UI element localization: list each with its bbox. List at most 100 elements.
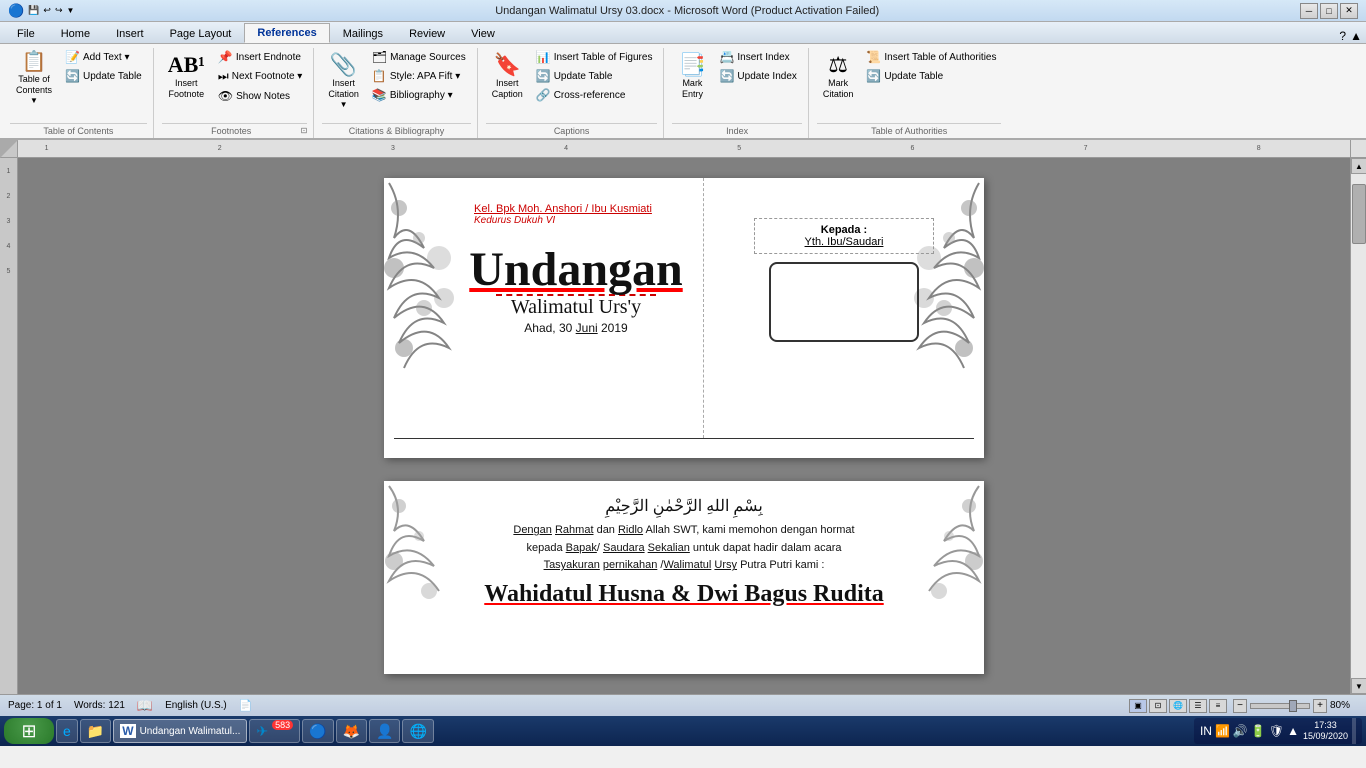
page1-divider (394, 438, 974, 439)
taskbar-telegram[interactable]: ✈ 583 (249, 719, 300, 743)
update-table-auth-button[interactable]: 🔄 Update Table (861, 67, 1001, 85)
quick-redo[interactable]: ↪ (55, 5, 63, 16)
zoom-thumb[interactable] (1289, 700, 1297, 712)
add-text-button[interactable]: 📝 Add Text ▾ (60, 48, 147, 66)
window-title: Undangan Walimatul Ursy 03.docx - Micros… (74, 5, 1300, 17)
citation-icon: 📎 (330, 52, 357, 78)
print-layout-btn[interactable]: ▣ (1129, 699, 1147, 713)
taskbar-word[interactable]: W Undangan Walimatul... (113, 719, 247, 743)
quick-undo[interactable]: ↩ (43, 5, 51, 16)
start-button[interactable]: ⊞ (4, 718, 54, 744)
update-index-button[interactable]: 🔄 Update Index (714, 67, 801, 85)
insert-citation-button[interactable]: 📎 InsertCitation ▼ (322, 48, 365, 113)
web-layout-btn[interactable]: 🌐 (1169, 699, 1187, 713)
tray-arrow[interactable]: ▲ (1287, 724, 1299, 738)
footnotes-expand[interactable]: ⊡ (301, 126, 308, 135)
mark-entry-icon: 📑 (679, 52, 706, 78)
taskbar-ie[interactable]: e (56, 719, 78, 743)
taskbar-firefox[interactable]: 🦊 (336, 719, 367, 743)
tab-review[interactable]: Review (396, 24, 458, 43)
table-of-contents-button[interactable]: 📋 Table ofContents ▼ (10, 48, 58, 109)
insert-footnote-button[interactable]: AB¹ InsertFootnote (162, 48, 211, 104)
sender-sub: Kedurus Dukuh VI (474, 215, 688, 226)
ribbon-tabs: File Home Insert Page Layout References … (0, 22, 1366, 44)
zoom-out-button[interactable]: − (1233, 699, 1247, 713)
taskbar-explorer[interactable]: 📁 (80, 719, 111, 743)
zoom-slider[interactable] (1250, 703, 1310, 709)
update-table-captions-button[interactable]: 🔄 Update Table (531, 67, 658, 85)
maximize-button[interactable]: □ (1320, 3, 1338, 19)
minimize-button[interactable]: ─ (1300, 3, 1318, 19)
taskbar-person[interactable]: 👤 (369, 719, 400, 743)
tray-network-icon[interactable]: 📶 (1215, 724, 1230, 738)
draft-btn[interactable]: ≡ (1209, 699, 1227, 713)
scroll-down-button[interactable]: ▼ (1351, 678, 1366, 694)
tray-lang: IN (1200, 724, 1212, 738)
ribbon-minimize[interactable]: ▲ (1350, 29, 1362, 43)
outline-btn[interactable]: ☰ (1189, 699, 1207, 713)
tab-view[interactable]: View (458, 24, 508, 43)
tab-home[interactable]: Home (48, 24, 103, 43)
taskbar-network[interactable]: 🌐 (402, 719, 433, 743)
ruler-corner (0, 140, 18, 158)
vertical-scrollbar[interactable]: ▲ ▼ (1350, 158, 1366, 694)
scroll-up-button[interactable]: ▲ (1351, 158, 1366, 174)
sender-name: Kel. Bpk Moh. Anshori / Ibu Kusmiati (474, 203, 688, 215)
title-left: 🔵 💾 ↩ ↪ ▼ (8, 3, 74, 19)
arabic-text: بِسْمِ اللهِ الرَّحْمٰنِ الرَّحِيْمِ (424, 496, 944, 516)
track-changes-icon: 📄 (239, 699, 253, 712)
cross-reference-button[interactable]: 🔗 Cross-reference (531, 86, 658, 104)
tab-pagelayout[interactable]: Page Layout (157, 24, 245, 43)
tray-clock[interactable]: 17:33 15/09/2020 (1303, 720, 1348, 742)
mark-entry-button[interactable]: 📑 MarkEntry (672, 48, 712, 104)
zoom-in-button[interactable]: + (1313, 699, 1327, 713)
quick-save[interactable]: 💾 (28, 5, 39, 16)
close-button[interactable]: ✕ (1340, 3, 1358, 19)
manage-sources-button[interactable]: 🗂 Manage Sources (367, 48, 471, 66)
insert-table-figures-button[interactable]: 📊 Insert Table of Figures (531, 48, 658, 66)
bibliography-button[interactable]: 📚 Bibliography ▾ (367, 86, 471, 104)
horizontal-ruler: 1 2 3 4 5 6 7 8 (18, 140, 1350, 158)
insert-caption-button[interactable]: 🔖 InsertCaption (486, 48, 529, 104)
caption-icon: 🔖 (494, 52, 521, 78)
page1-right: Kepada : Yth. Ibu/Saudari (704, 178, 984, 438)
scroll-thumb[interactable] (1352, 184, 1366, 244)
update-table-toc-button[interactable]: 🔄 Update Table (60, 67, 147, 85)
next-footnote-label: Next Footnote ▾ (232, 71, 303, 82)
group-table-of-contents: 📋 Table ofContents ▼ 📝 Add Text ▾ 🔄 Upda… (4, 48, 154, 138)
scroll-track[interactable] (1351, 174, 1366, 678)
insert-table-authorities-label: Insert Table of Authorities (884, 52, 996, 63)
tab-file[interactable]: File (4, 24, 48, 43)
show-notes-button[interactable]: 👁 Show Notes (213, 87, 307, 105)
insert-endnote-button[interactable]: 📌 Insert Endnote (213, 48, 307, 66)
insert-table-authorities-button[interactable]: 📜 Insert Table of Authorities (861, 48, 1001, 66)
tab-mailings[interactable]: Mailings (330, 24, 396, 43)
full-reading-btn[interactable]: ⊡ (1149, 699, 1167, 713)
word-count: Words: 121 (74, 700, 125, 711)
vertical-ruler: 1 2 3 4 5 (0, 158, 18, 694)
tab-insert[interactable]: Insert (103, 24, 157, 43)
mark-citation-button[interactable]: ⚖ MarkCitation (817, 48, 860, 104)
page-1: Kel. Bpk Moh. Anshori / Ibu Kusmiati Ked… (384, 178, 984, 458)
zoom-percent: 80% (1330, 700, 1358, 711)
tray-speaker-icon[interactable]: 🔊 (1233, 724, 1248, 738)
inv-body: Dengan Rahmat dan Ridlo Allah SWT, kami … (424, 522, 944, 575)
quick-dropdown[interactable]: ▼ (67, 6, 75, 15)
window-controls[interactable]: ─ □ ✕ (1300, 3, 1358, 19)
insert-index-button[interactable]: 📇 Insert Index (714, 48, 801, 66)
taskbar-chrome[interactable]: 🔵 (302, 719, 333, 743)
kepada-box: Kepada : Yth. Ibu/Saudari (754, 218, 934, 254)
ribbon-help[interactable]: ? (1339, 29, 1346, 43)
ie-icon: e (63, 723, 71, 739)
spell-check-icon[interactable]: 📖 (137, 698, 153, 714)
next-footnote-button[interactable]: ⏭ Next Footnote ▾ (213, 67, 307, 86)
show-desktop-btn[interactable] (1352, 718, 1356, 744)
style-button[interactable]: 📋 Style: APA Fift ▾ (367, 67, 471, 85)
status-left: Page: 1 of 1 Words: 121 📖 English (U.S.)… (8, 698, 252, 714)
person-icon: 👤 (376, 723, 393, 740)
page-info: Page: 1 of 1 (8, 700, 62, 711)
tab-references[interactable]: References (244, 23, 329, 43)
group-authorities: ⚖ MarkCitation 📜 Insert Table of Authori… (811, 48, 1008, 138)
language[interactable]: English (U.S.) (165, 700, 227, 711)
group-label-authorities: Table of Authorities (817, 123, 1002, 138)
